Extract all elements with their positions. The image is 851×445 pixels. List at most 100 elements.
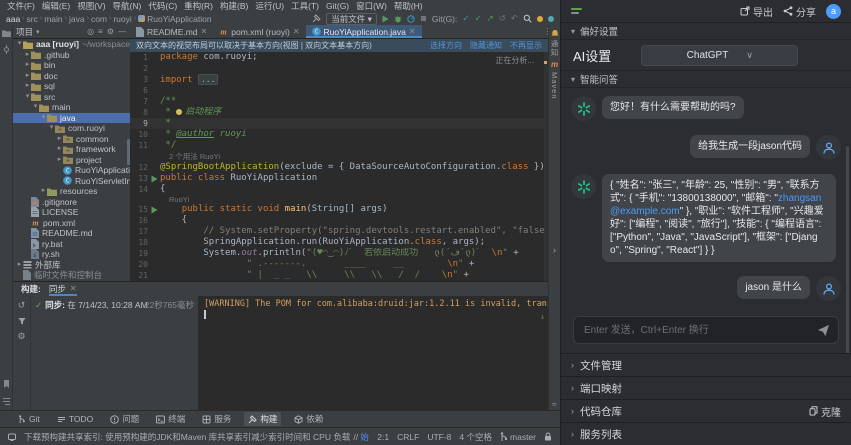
- tree-chevron-icon[interactable]: ▾: [24, 92, 31, 103]
- bookmarks-stripe-icon[interactable]: [3, 380, 10, 389]
- stop-button[interactable]: [420, 15, 427, 22]
- tree-item-doc[interactable]: ▸doc: [13, 71, 130, 82]
- tab-pom-xml-ruoyi[interactable]: mpom.xml (ruoyi)✕: [213, 25, 305, 38]
- git-commit-icon[interactable]: ✓: [475, 13, 482, 24]
- panel-settings-icon[interactable]: ⚙: [107, 27, 114, 36]
- menu-item-编辑-e[interactable]: 编辑(E): [39, 0, 73, 12]
- section-服务列表[interactable]: ›服务列表: [561, 422, 851, 445]
- tree-item-license[interactable]: LICENSE: [13, 207, 130, 218]
- collapse-all-icon[interactable]: ≡: [98, 27, 103, 36]
- section-preferences[interactable]: ▾ 偏好设置: [561, 23, 851, 40]
- run-gutter-icon[interactable]: [151, 173, 160, 184]
- close-tab-icon[interactable]: ✕: [293, 27, 300, 36]
- section-qa[interactable]: ▾ 智能问答: [561, 71, 851, 88]
- menu-item-帮助-h[interactable]: 帮助(H): [391, 0, 426, 12]
- tree-chevron-icon[interactable]: ▸: [56, 144, 63, 155]
- tree-item-main[interactable]: ▾main: [13, 102, 130, 113]
- toolwindow-服务[interactable]: 服务: [198, 412, 235, 426]
- tree-item-外部库[interactable]: ▸外部库: [13, 260, 130, 271]
- editor-scrollbar[interactable]: [544, 52, 548, 281]
- event-log-icon[interactable]: [8, 433, 16, 441]
- code-line-14[interactable]: 14{: [130, 184, 548, 195]
- menu-item-代码-c[interactable]: 代码(C): [145, 0, 180, 12]
- breadcrumb-item-aaa[interactable]: aaa: [6, 14, 20, 24]
- tree-chevron-icon[interactable]: ▸: [16, 260, 23, 271]
- tree-chevron-icon[interactable]: ▸: [24, 71, 31, 82]
- code-line-21[interactable]: 21 " | _ _ \\ \\ \\ / / \n" +: [130, 270, 548, 281]
- code-line-6[interactable]: 6: [130, 85, 548, 96]
- console-scroll-end-icon[interactable]: ↓: [540, 311, 545, 322]
- build-project-icon[interactable]: [312, 14, 321, 23]
- chat-scrollbar[interactable]: [846, 146, 849, 353]
- tree-chevron-icon[interactable]: ▸: [56, 134, 63, 145]
- debug-button[interactable]: [394, 15, 402, 23]
- tree-item-readme-md[interactable]: README.md: [13, 228, 130, 239]
- code-line-1[interactable]: 1package com.ruoyi;: [130, 52, 548, 63]
- tree-item-ry-sh[interactable]: $ry.sh: [13, 249, 130, 260]
- hide-panel-icon[interactable]: —: [118, 27, 126, 36]
- breadcrumb-item-java[interactable]: java: [69, 14, 85, 24]
- caret-position-widget[interactable]: 2:1: [377, 432, 389, 442]
- code-line-10[interactable]: 10 * @author ruoyi: [130, 129, 548, 140]
- chat-input[interactable]: [582, 324, 811, 337]
- menu-item-git-g[interactable]: Git(G): [323, 1, 352, 11]
- notifications-icon[interactable]: [551, 29, 559, 37]
- tree-chevron-icon[interactable]: ▸: [24, 81, 31, 92]
- tree-item-ry-bat[interactable]: ry.bat: [13, 239, 130, 250]
- tree-item-ruoyiservletinitializer[interactable]: CRuoYiServletInitializer: [13, 176, 130, 187]
- coverage-button[interactable]: [407, 15, 415, 23]
- tree-item-github[interactable]: ▸.github: [13, 50, 130, 61]
- toolwindow-构建[interactable]: 构建: [244, 412, 281, 426]
- build-sync-tab[interactable]: 同步✕: [49, 282, 77, 296]
- notifications-stripe-label[interactable]: 通知: [549, 40, 560, 57]
- banner-link-不再显示[interactable]: 不再显示: [510, 40, 542, 51]
- toolwindow-依赖[interactable]: 依赖: [290, 412, 327, 426]
- code-line-7[interactable]: 7/**: [130, 96, 548, 107]
- tree-item-pom-xml[interactable]: mpom.xml: [13, 218, 130, 229]
- ide-update-badge[interactable]: [537, 16, 543, 22]
- intention-bulb-icon[interactable]: [176, 109, 182, 115]
- tree-item-common[interactable]: ▸common: [13, 134, 130, 145]
- section-代码仓库[interactable]: ›代码仓库克隆: [561, 399, 851, 422]
- status-link-始终下载[interactable]: 始终下载: [360, 432, 369, 442]
- section-文件管理[interactable]: ›文件管理: [561, 353, 851, 376]
- tree-chevron-icon[interactable]: ▸: [56, 155, 63, 166]
- code-line-11[interactable]: 11 */: [130, 140, 548, 151]
- tree-item-sql[interactable]: ▸sql: [13, 81, 130, 92]
- tree-item-framework[interactable]: ▸framework: [13, 144, 130, 155]
- code-line-9[interactable]: 9 *: [130, 118, 548, 129]
- menu-item-构建-b[interactable]: 构建(B): [217, 0, 251, 12]
- send-button[interactable]: [817, 324, 830, 337]
- menu-item-工具-t[interactable]: 工具(T): [288, 0, 322, 12]
- structure-stripe-icon[interactable]: [2, 397, 11, 406]
- user-avatar[interactable]: a: [826, 4, 841, 19]
- code-line-8[interactable]: 8 * 启动程序: [130, 107, 548, 118]
- code-line-20[interactable]: 20 " .-------. ____ __ \n" +: [130, 259, 548, 270]
- project-stripe-icon[interactable]: [2, 29, 11, 37]
- code-line-16[interactable]: 16 {: [130, 215, 548, 226]
- close-tab-icon[interactable]: ✕: [70, 282, 77, 296]
- breadcrumb-item-main[interactable]: main: [44, 14, 62, 24]
- code-line-19[interactable]: 19 System.out.println("(♥◠‿◠)ﾉﾞ 若依启动成功 ლ…: [130, 248, 548, 259]
- run-gutter-icon[interactable]: [151, 204, 160, 215]
- encoding-widget[interactable]: UTF-8: [427, 432, 451, 442]
- menu-item-窗口-w[interactable]: 窗口(W): [353, 0, 390, 12]
- code-line-12[interactable]: 12@SpringBootApplication(exclude = { Dat…: [130, 162, 548, 173]
- commit-stripe-icon[interactable]: [2, 45, 11, 54]
- tree-chevron-icon[interactable]: ▾: [48, 123, 55, 134]
- toolwindow-问题[interactable]: 问题: [106, 412, 143, 426]
- tree-item-src[interactable]: ▾src: [13, 92, 130, 103]
- code-with-me-icon[interactable]: [548, 16, 554, 22]
- run-button[interactable]: [382, 15, 389, 23]
- breadcrumb-item-ruoyiapplication[interactable]: RuoYiApplication: [147, 14, 211, 24]
- toolwindow-终端[interactable]: 终端: [152, 412, 189, 426]
- git-update-icon[interactable]: ✓: [462, 13, 469, 24]
- code-line-17[interactable]: 17 // System.setProperty("spring.devtool…: [130, 226, 548, 237]
- toolwindow-todo[interactable]: TODO: [53, 413, 97, 425]
- code-line-15[interactable]: 15 public static void main(String[] args…: [130, 204, 548, 215]
- tree-item-com-ruoyi[interactable]: ▾com.ruoyi: [13, 123, 130, 134]
- project-panel-title[interactable]: 项目: [16, 26, 33, 38]
- breadcrumb-item-com[interactable]: com: [91, 14, 107, 24]
- tree-chevron-icon[interactable]: ▸: [24, 50, 31, 61]
- build-settings-icon[interactable]: ⚙: [17, 331, 25, 342]
